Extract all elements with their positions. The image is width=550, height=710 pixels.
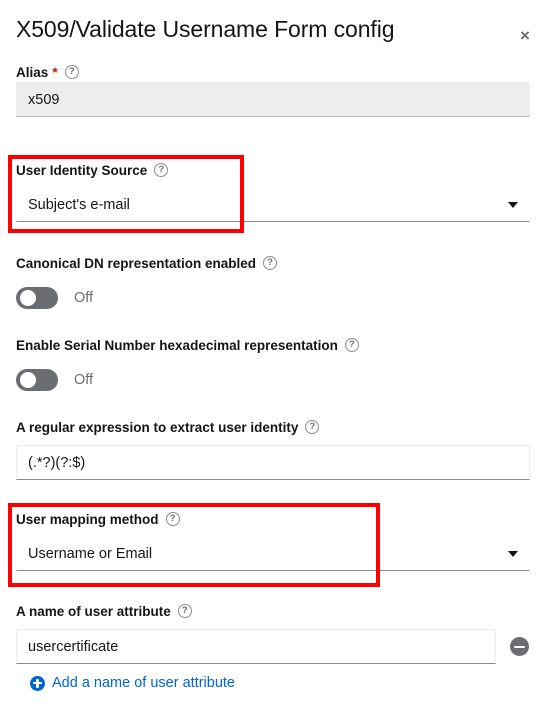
user-attribute-input[interactable] (16, 629, 496, 664)
serial-hex-toggle[interactable] (16, 369, 58, 391)
help-circle-icon[interactable]: ? (165, 512, 180, 526)
toggle-knob (20, 372, 36, 388)
user-identity-source-value[interactable]: Subject's e-mail (16, 187, 530, 222)
user-mapping-method-value[interactable]: Username or Email (16, 536, 530, 571)
canonical-dn-label: Canonical DN representation enabled ? (16, 253, 530, 273)
field-group-user-attribute: A name of user attribute ? Add a name of… (16, 601, 530, 696)
regex-label: A regular expression to extract user ide… (16, 417, 530, 437)
serial-hex-state-label: Off (74, 372, 94, 388)
add-user-attribute-button[interactable]: Add a name of user attribute (30, 675, 235, 691)
user-mapping-method-label: User mapping method ? (16, 509, 530, 529)
close-icon[interactable]: × (512, 22, 538, 48)
user-mapping-method-select[interactable]: Username or Email (16, 536, 530, 571)
help-circle-icon[interactable]: ? (177, 604, 192, 618)
field-group-canonical-dn: Canonical DN representation enabled ? Of… (16, 253, 530, 310)
help-circle-icon[interactable]: ? (64, 65, 79, 79)
help-circle-icon[interactable]: ? (344, 338, 359, 352)
canonical-dn-toggle[interactable] (16, 287, 58, 309)
alias-label: Alias * ? (16, 62, 530, 82)
serial-hex-label: Enable Serial Number hexadecimal represe… (16, 335, 530, 355)
canonical-dn-switch-row: Off (16, 286, 530, 310)
minus-circle-icon[interactable] (510, 637, 529, 656)
user-attribute-label: A name of user attribute ? (16, 601, 530, 621)
field-group-regex: A regular expression to extract user ide… (16, 417, 530, 480)
field-group-serial-hex: Enable Serial Number hexadecimal represe… (16, 335, 530, 392)
add-user-attribute-label: Add a name of user attribute (52, 675, 235, 691)
canonical-dn-state-label: Off (74, 290, 94, 306)
regex-input[interactable] (16, 445, 530, 480)
help-circle-icon[interactable]: ? (263, 256, 278, 270)
user-identity-source-select[interactable]: Subject's e-mail (16, 187, 530, 222)
toggle-knob (20, 290, 36, 306)
user-attribute-row (16, 629, 530, 664)
required-indicator: * (52, 64, 58, 80)
plus-circle-icon (30, 675, 45, 691)
field-group-user-identity-source: User Identity Source ? Subject's e-mail (16, 160, 530, 222)
help-circle-icon[interactable]: ? (154, 163, 169, 177)
help-circle-icon[interactable]: ? (305, 420, 320, 434)
field-group-alias: Alias * ? (16, 62, 530, 117)
dialog-header: X509/Validate Username Form config × (0, 0, 550, 56)
user-identity-source-label: User Identity Source ? (16, 160, 530, 180)
alias-input[interactable] (16, 82, 530, 117)
x509-validate-username-form-config-dialog: X509/Validate Username Form config × Ali… (0, 0, 550, 710)
serial-hex-switch-row: Off (16, 368, 530, 392)
page-title: X509/Validate Username Form config (16, 16, 395, 42)
field-group-user-mapping-method: User mapping method ? Username or Email (16, 509, 530, 571)
